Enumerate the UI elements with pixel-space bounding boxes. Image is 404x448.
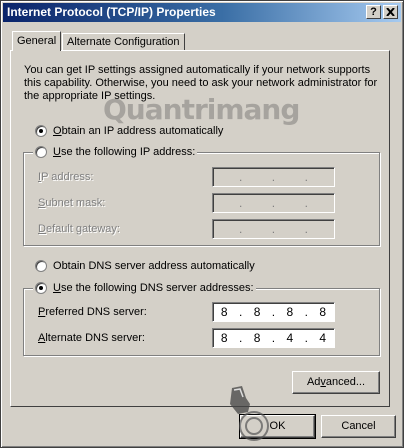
ip-address-label: IP address:: [38, 171, 94, 183]
active-tab-join: [13, 49, 60, 52]
title-bar: Internet Protocol (TCP/IP) Properties ?: [3, 3, 401, 22]
obtain-dns-auto-label: Obtain DNS server address automatically: [53, 260, 255, 272]
alternate-dns-label: Alternate DNS server:: [38, 332, 145, 344]
radio-unchecked-icon: [35, 146, 47, 158]
preferred-dns-label: Preferred DNS server:: [38, 306, 147, 318]
use-following-ip-radio[interactable]: Use the following IP address:: [33, 146, 198, 158]
alternate-dns-field[interactable]: 8.8.4.4: [212, 328, 335, 348]
obtain-ip-auto-label: Obtain an IP address automatically: [53, 125, 224, 137]
close-button[interactable]: [383, 5, 398, 19]
advanced-button[interactable]: Advanced...: [292, 371, 380, 394]
subnet-mask-field: ...: [212, 193, 335, 213]
tab-alternate-label: Alternate Configuration: [67, 36, 180, 48]
default-gateway-field: ...: [212, 219, 335, 239]
preferred-dns-field[interactable]: 8.8.8.8: [212, 302, 335, 322]
tab-general-label: General: [17, 35, 57, 47]
use-following-ip-label: Use the following IP address:: [53, 146, 196, 158]
obtain-dns-auto-radio[interactable]: Obtain DNS server address automatically: [35, 260, 255, 272]
ip-address-field: ...: [212, 167, 335, 187]
tab-general[interactable]: General: [12, 31, 62, 51]
radio-unchecked-icon: [35, 260, 47, 272]
default-gateway-label: Default gateway:: [38, 223, 120, 235]
subnet-mask-label: Subnet mask:: [38, 197, 106, 209]
ok-button[interactable]: OK: [239, 414, 316, 439]
radio-checked-icon: [35, 125, 47, 137]
radio-checked-icon: [35, 282, 47, 294]
help-button[interactable]: ?: [366, 5, 381, 19]
tab-alternate-configuration[interactable]: Alternate Configuration: [62, 33, 185, 50]
obtain-ip-auto-radio[interactable]: Obtain an IP address automatically: [35, 125, 223, 137]
use-following-dns-label: Use the following DNS server addresses:: [53, 282, 254, 294]
use-following-dns-radio[interactable]: Use the following DNS server addresses:: [33, 282, 256, 294]
close-icon: [386, 7, 395, 17]
dialog-window: Internet Protocol (TCP/IP) Properties ? …: [0, 0, 404, 448]
window-title: Internet Protocol (TCP/IP) Properties: [7, 5, 216, 19]
cancel-button[interactable]: Cancel: [321, 415, 396, 438]
description-text: You can get IP settings assigned automat…: [24, 64, 378, 102]
